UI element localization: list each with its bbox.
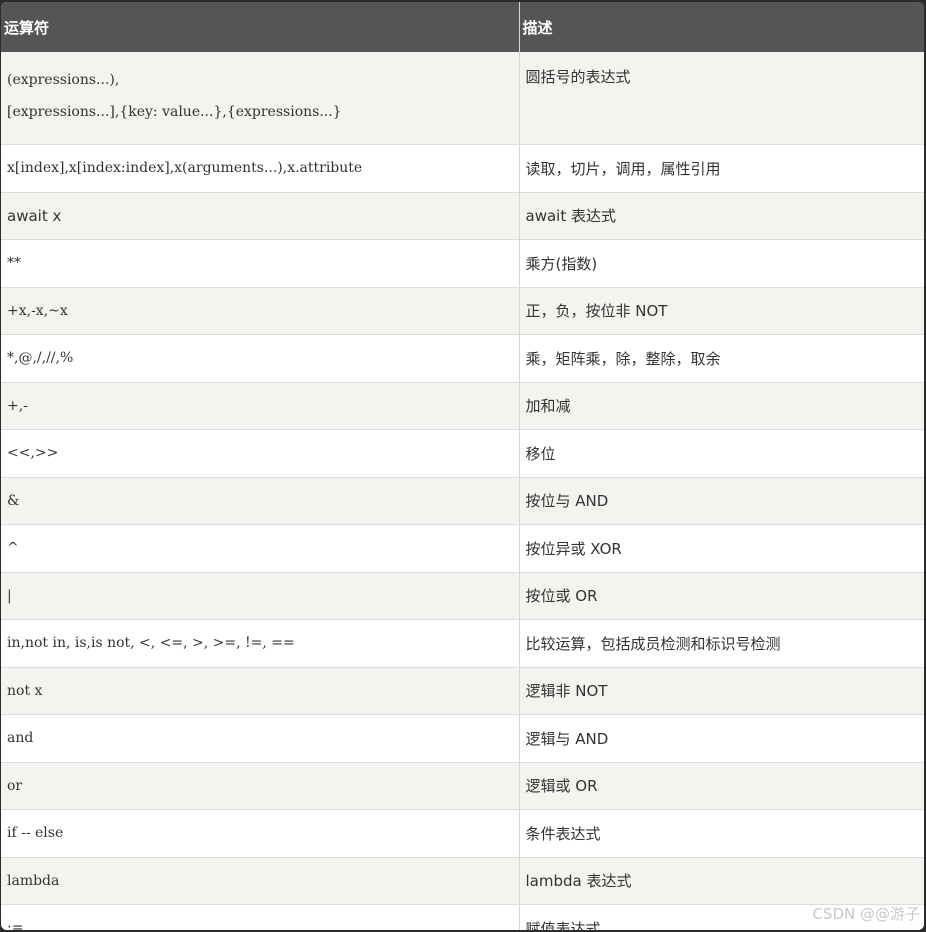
operator-line: (expressions...), <box>7 72 120 88</box>
operator-cell: := <box>1 904 520 930</box>
description-cell: 读取，切片，调用，属性引用 <box>519 144 924 193</box>
operator-cell: ^ <box>1 524 520 573</box>
table-row: | 按位或 OR <box>1 572 924 620</box>
operator-cell: | <box>1 572 520 620</box>
description-cell: 按位与 AND <box>519 477 924 525</box>
description-cell: 按位异或 XOR <box>519 524 924 573</box>
operator-cell: await x <box>1 192 520 240</box>
table-row: <<,>> 移位 <box>1 429 924 478</box>
table-row: := 赋值表达式 <box>1 904 924 930</box>
table-row: if -- else 条件表达式 <box>1 809 924 858</box>
description-cell: await 表达式 <box>519 192 924 240</box>
table-row: ** 乘方(指数) <box>1 239 924 288</box>
description-cell: 比较运算，包括成员检测和标识号检测 <box>519 619 924 668</box>
table-row: lambda lambda 表达式 <box>1 857 924 905</box>
operator-cell: or <box>1 762 520 810</box>
description-cell: 乘，矩阵乘，除，整除，取余 <box>519 334 924 383</box>
header-operator: 运算符 <box>1 2 520 52</box>
operator-cell: and <box>1 714 520 763</box>
operator-cell: (expressions...), [expressions...],{key:… <box>1 52 520 145</box>
description-cell: lambda 表达式 <box>519 857 924 905</box>
description-cell: 加和减 <box>519 382 924 430</box>
operator-cell: x[index],x[index:index],x(arguments...),… <box>1 144 520 193</box>
description-cell: 正，负，按位非 NOT <box>519 287 924 335</box>
table-row: await x await 表达式 <box>1 192 924 240</box>
operator-cell: in,not in, is,is not, <, <=, >, >=, !=, … <box>1 619 520 668</box>
operator-cell: <<,>> <box>1 429 520 478</box>
operator-cell: +,- <box>1 382 520 430</box>
description-cell: 逻辑与 AND <box>519 714 924 763</box>
table-row: in,not in, is,is not, <, <=, >, >=, !=, … <box>1 619 924 668</box>
operator-cell: ** <box>1 239 520 288</box>
table-row: *,@,/,//,% 乘，矩阵乘，除，整除，取余 <box>1 334 924 383</box>
description-cell: 条件表达式 <box>519 809 924 858</box>
table-row: not x 逻辑非 NOT <box>1 667 924 715</box>
table-row: (expressions...), [expressions...],{key:… <box>1 52 924 145</box>
operator-cell: *,@,/,//,% <box>1 334 520 383</box>
table-row: and 逻辑与 AND <box>1 714 924 763</box>
table-row: +,- 加和减 <box>1 382 924 430</box>
description-cell: 乘方(指数) <box>519 239 924 288</box>
operator-cell: if -- else <box>1 809 520 858</box>
description-cell: 移位 <box>519 429 924 478</box>
operator-precedence-table: 运算符 描述 (expressions...), [expressions...… <box>1 2 924 930</box>
operator-cell: & <box>1 477 520 525</box>
operator-cell: lambda <box>1 857 520 905</box>
operator-line: [expressions...],{key: value...},{expres… <box>7 104 342 120</box>
table-header-row: 运算符 描述 <box>1 2 924 52</box>
operator-precedence-table-frame: 运算符 描述 (expressions...), [expressions...… <box>1 2 924 930</box>
table-row: ^ 按位异或 XOR <box>1 524 924 573</box>
table-row: or 逻辑或 OR <box>1 762 924 810</box>
table-row: & 按位与 AND <box>1 477 924 525</box>
header-description: 描述 <box>519 2 924 52</box>
description-cell: 按位或 OR <box>519 572 924 620</box>
description-cell: 圆括号的表达式 <box>519 52 924 145</box>
description-cell: 逻辑非 NOT <box>519 667 924 715</box>
description-cell: 逻辑或 OR <box>519 762 924 810</box>
csdn-watermark: CSDN @@游子 <box>812 905 920 923</box>
operator-cell: not x <box>1 667 520 715</box>
table-row: x[index],x[index:index],x(arguments...),… <box>1 144 924 193</box>
table-row: +x,-x,~x 正，负，按位非 NOT <box>1 287 924 335</box>
operator-cell: +x,-x,~x <box>1 287 520 335</box>
